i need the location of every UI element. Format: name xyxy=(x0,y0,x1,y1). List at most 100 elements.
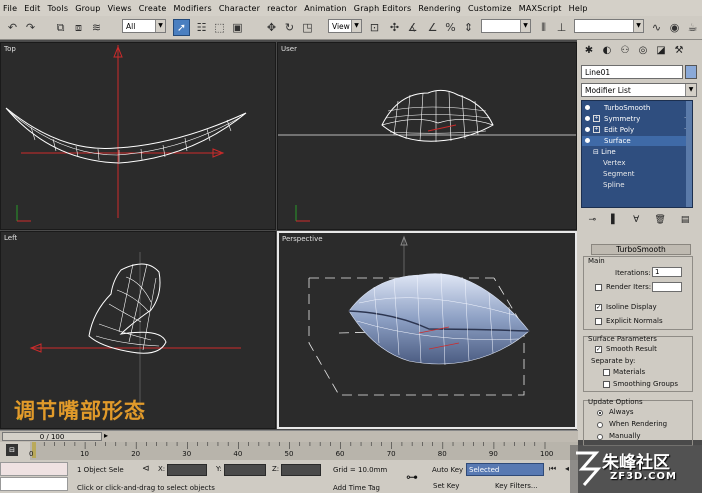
create-tab-icon[interactable]: ✱ xyxy=(581,42,597,58)
lightbulb-icon[interactable] xyxy=(585,116,590,121)
menu-item-create[interactable]: Create xyxy=(139,4,167,13)
viewport-perspective[interactable]: Perspective xyxy=(277,231,577,429)
iterations-spinner[interactable]: 1 xyxy=(652,267,682,277)
undo-icon[interactable]: ↶ xyxy=(4,19,21,36)
select-and-move-icon[interactable]: ✥ xyxy=(263,19,280,36)
viewport-user-label[interactable]: User xyxy=(281,45,297,53)
make-unique-icon[interactable]: ∀ xyxy=(633,215,639,225)
manipulate-icon[interactable]: ✣ xyxy=(386,19,403,36)
maxscript-input-mini[interactable] xyxy=(0,477,68,491)
next-frame-icon[interactable]: ▸ xyxy=(104,431,108,440)
explicit-normals-checkbox[interactable] xyxy=(595,318,602,325)
key-filters-button[interactable]: Key Filters... xyxy=(495,482,538,490)
material-editor-icon[interactable]: ◉ xyxy=(666,19,683,36)
stack-subobject-segment[interactable]: Segment xyxy=(603,169,635,179)
y-coordinate-field[interactable] xyxy=(224,464,266,476)
object-name-field[interactable]: Line01 xyxy=(581,65,683,79)
render-icon[interactable]: ☕ xyxy=(684,19,701,36)
layer-dropdown[interactable]: ▼ xyxy=(574,19,644,33)
maxscript-listener-mini[interactable] xyxy=(0,462,68,476)
menu-item-group[interactable]: Group xyxy=(75,4,100,13)
key-mode-dropdown[interactable]: Selected xyxy=(466,463,544,476)
lightbulb-icon[interactable] xyxy=(585,127,590,132)
select-and-link-icon[interactable]: ⧉ xyxy=(52,19,69,36)
viewport-left-label[interactable]: Left xyxy=(4,234,17,242)
go-to-start-icon[interactable]: ⏮ xyxy=(549,464,556,474)
display-tab-icon[interactable]: ◪ xyxy=(653,42,669,58)
percent-snap-icon[interactable]: % xyxy=(442,19,459,36)
set-key-button[interactable]: Set Key xyxy=(433,482,459,490)
z-coordinate-field[interactable] xyxy=(281,464,321,476)
viewport-top-label[interactable]: Top xyxy=(4,45,16,53)
collapse-icon[interactable]: ⊟ xyxy=(593,148,599,156)
auto-key-button[interactable]: Auto Key xyxy=(432,466,463,474)
bind-space-warp-icon[interactable]: ≋ xyxy=(88,19,105,36)
select-and-rotate-icon[interactable]: ↻ xyxy=(281,19,298,36)
stack-item-line[interactable]: ⊟ Line xyxy=(593,147,616,157)
timeline-ruler[interactable]: ⊟ 0 10 20 30 40 50 60 70 80 90 100 xyxy=(0,442,578,460)
expand-icon[interactable]: + xyxy=(593,115,600,122)
window-crossing-icon[interactable]: ▣ xyxy=(229,19,246,36)
x-coordinate-field[interactable] xyxy=(167,464,207,476)
stack-item-surface[interactable]: Surface xyxy=(582,136,692,146)
viewport-top[interactable]: Top xyxy=(0,42,276,230)
add-time-tag-button[interactable]: Add Time Tag xyxy=(333,484,380,492)
isoline-display-checkbox[interactable]: ✓ xyxy=(595,304,602,311)
render-iters-checkbox[interactable] xyxy=(595,284,602,291)
modifier-list-dropdown[interactable]: Modifier List ▼ xyxy=(581,83,697,97)
stack-item-edit-poly[interactable]: +Edit Poly·: xyxy=(582,125,692,135)
stack-subobject-spline[interactable]: Spline xyxy=(603,180,625,190)
viewport-perspective-label[interactable]: Perspective xyxy=(282,235,323,243)
motion-tab-icon[interactable]: ◎ xyxy=(635,42,651,58)
remove-modifier-icon[interactable]: 🗑 xyxy=(654,215,665,225)
select-object-icon[interactable]: ➚ xyxy=(173,19,190,36)
lightbulb-icon[interactable] xyxy=(585,138,590,143)
time-slider[interactable]: 0 / 100 xyxy=(2,432,102,441)
pin-stack-icon[interactable]: ⊸ xyxy=(589,215,597,225)
key-icon[interactable]: ⊶ xyxy=(406,470,418,484)
select-and-scale-icon[interactable]: ◳ xyxy=(299,19,316,36)
menu-item-help[interactable]: Help xyxy=(569,4,588,13)
stack-subobject-vertex[interactable]: Vertex xyxy=(603,158,626,168)
rectangular-selection-icon[interactable]: ⬚ xyxy=(211,19,228,36)
expand-icon[interactable]: + xyxy=(593,126,600,133)
viewport-user[interactable]: User xyxy=(277,42,577,230)
utilities-tab-icon[interactable]: ⚒ xyxy=(671,42,687,58)
redo-icon[interactable]: ↷ xyxy=(22,19,39,36)
smoothing-groups-checkbox[interactable] xyxy=(603,381,610,388)
menu-item-edit[interactable]: Edit xyxy=(24,4,40,13)
menu-item-reactor[interactable]: reactor xyxy=(267,4,297,13)
angle-snap-icon[interactable]: ∠ xyxy=(424,19,441,36)
menu-item-maxscript[interactable]: MAXScript xyxy=(519,4,562,13)
menu-item-graph-editors[interactable]: Graph Editors xyxy=(354,4,412,13)
menu-item-customize[interactable]: Customize xyxy=(468,4,512,13)
curve-editor-icon[interactable]: ∿ xyxy=(648,19,665,36)
modifier-stack-scrollbar[interactable] xyxy=(686,101,692,207)
reference-coordinate-dropdown[interactable]: View ▼ xyxy=(328,19,362,33)
turbosmooth-rollout-header[interactable]: TurboSmooth xyxy=(591,244,691,255)
hierarchy-tab-icon[interactable]: ⚇ xyxy=(617,42,633,58)
manually-radio[interactable] xyxy=(597,434,603,440)
render-iters-spinner[interactable] xyxy=(652,282,682,292)
always-radio[interactable] xyxy=(597,410,603,416)
configure-modifier-sets-icon[interactable]: ▤ xyxy=(681,215,690,225)
align-icon[interactable]: ⊥ xyxy=(553,19,570,36)
named-selection-dropdown[interactable]: ▼ xyxy=(481,19,531,33)
mirror-icon[interactable]: ⫴ xyxy=(535,19,552,36)
object-color-swatch[interactable] xyxy=(685,65,697,79)
menu-item-rendering[interactable]: Rendering xyxy=(418,4,461,13)
when-rendering-radio[interactable] xyxy=(597,422,603,428)
menu-item-character[interactable]: Character xyxy=(219,4,260,13)
stack-item-turbosmooth[interactable]: TurboSmooth xyxy=(582,103,692,113)
lightbulb-icon[interactable] xyxy=(585,105,590,110)
time-slider-track[interactable]: 0 / 100 ▸ xyxy=(0,430,578,442)
lock-selection-icon[interactable]: ⊲ xyxy=(142,464,150,474)
materials-checkbox[interactable] xyxy=(603,369,610,376)
menu-item-views[interactable]: Views xyxy=(108,4,132,13)
show-end-result-icon[interactable]: ▌ xyxy=(611,215,618,225)
menu-item-modifiers[interactable]: Modifiers xyxy=(174,4,212,13)
unlink-icon[interactable]: ⧈ xyxy=(70,19,87,36)
smooth-result-checkbox[interactable]: ✓ xyxy=(595,346,602,353)
modify-tab-icon[interactable]: ◐ xyxy=(599,42,615,58)
previous-frame-icon[interactable]: ◂ xyxy=(565,464,569,473)
